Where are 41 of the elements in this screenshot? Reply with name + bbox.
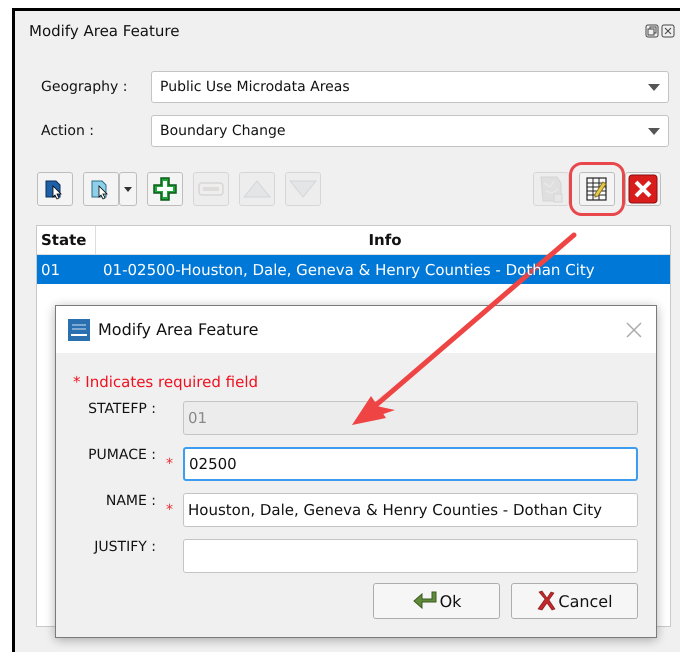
plus-icon [152, 176, 178, 202]
up-triangle-icon [243, 180, 271, 198]
close-icon[interactable] [661, 24, 675, 38]
field-label: STATEFP : [87, 400, 156, 417]
down-triangle-icon [289, 180, 317, 198]
ok-button[interactable]: Ok [373, 583, 500, 619]
map-icon [538, 175, 564, 203]
column-header[interactable]: State [37, 226, 96, 254]
column-header[interactable]: Info [96, 226, 670, 254]
caret-icon [648, 128, 660, 134]
caret-icon [124, 186, 132, 192]
field-label: Action : [41, 123, 96, 139]
dropdown-button[interactable] [119, 172, 137, 206]
table-cell-text: 01 [40, 260, 62, 278]
required-mark: * [165, 502, 174, 518]
required-mark: * [165, 456, 174, 472]
input-field[interactable]: 02500 [183, 447, 638, 481]
toolbar-button[interactable] [147, 172, 183, 206]
toolbar-button[interactable] [37, 172, 73, 206]
table-edit-icon [585, 176, 609, 202]
input-field[interactable] [183, 539, 638, 573]
field-label: NAME : [104, 492, 156, 509]
toolbar-button[interactable] [83, 172, 119, 206]
cancel-button[interactable]: Cancel [511, 583, 638, 619]
caret-icon [648, 84, 660, 90]
toolbar-button[interactable] [625, 172, 661, 206]
field-label: PUMACE : [87, 446, 156, 463]
app-logo-icon [68, 318, 90, 340]
field-label: JUSTIFY : [92, 538, 156, 555]
return-arrow-icon [412, 590, 438, 612]
dropdown[interactable]: Boundary Change [151, 115, 669, 147]
window-title: Modify Area Feature [29, 22, 180, 40]
dialog-title: Modify Area Feature [98, 320, 258, 339]
input-field[interactable]: Houston, Dale, Geneva & Henry Counties - Dothan City [183, 493, 638, 527]
dropdown[interactable]: Public Use Microdata Areas [151, 71, 669, 103]
restore-icon[interactable] [645, 24, 659, 38]
cross-icon [536, 590, 556, 612]
field-label: Geography : [41, 79, 128, 95]
minus-icon [198, 182, 224, 196]
required-note: * Indicates required field [73, 373, 260, 391]
close-icon [628, 174, 658, 204]
